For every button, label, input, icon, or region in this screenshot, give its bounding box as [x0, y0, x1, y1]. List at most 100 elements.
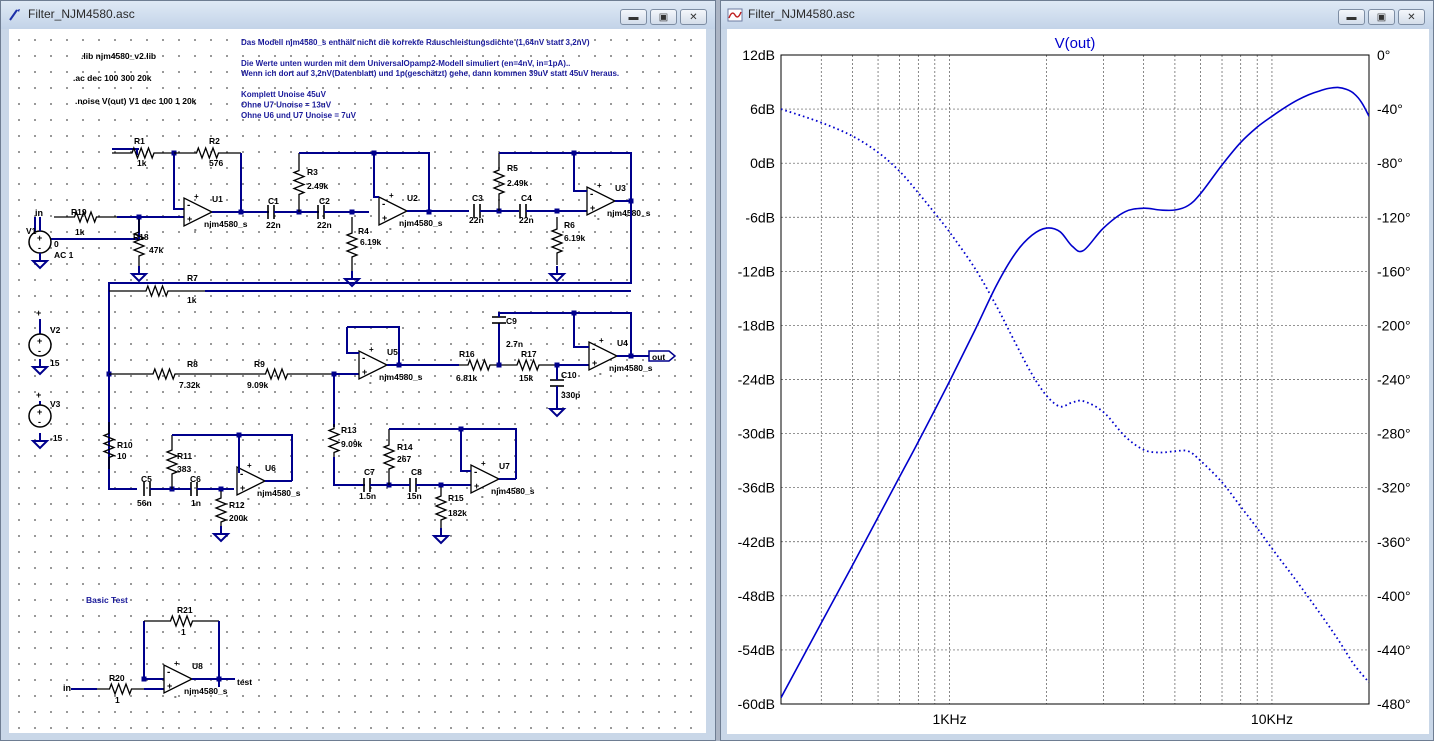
ref-label: R2: [209, 136, 220, 146]
ref-label: R19: [71, 207, 87, 217]
value-label: 2.49k: [307, 181, 329, 191]
source-plus-sign: +: [36, 390, 41, 400]
y-tick-label-left: 6dB: [750, 101, 775, 117]
y-tick-label-left: -36dB: [738, 480, 775, 496]
resistor-R12: [214, 491, 228, 529]
ground-symbol: [30, 260, 50, 270]
ground-symbol: [211, 533, 231, 543]
comment-text: Wenn ich dort auf 3,2nV(Datenblatt) und …: [241, 69, 619, 78]
y-tick-label-left: -54dB: [738, 642, 775, 658]
maximize-button[interactable]: ▣: [650, 9, 677, 25]
wire: [373, 153, 379, 198]
value-label: 182k: [448, 508, 467, 518]
source-plus-sign: +: [37, 233, 42, 243]
opamp-ref-label: U3: [615, 183, 626, 193]
net-label-in: in: [63, 683, 71, 693]
y-tick-label-right: -200°: [1377, 317, 1411, 333]
ref-label: R11: [177, 451, 192, 461]
ref-label: R14: [397, 442, 413, 452]
opamp-model-label: njm4580_s: [491, 486, 535, 496]
comment-text: Das Modell njm4580_s enthält nicht die k…: [241, 38, 590, 47]
y-tick-label-right: -360°: [1377, 534, 1411, 550]
y-tick-label-left: -24dB: [738, 372, 775, 388]
resistor-R5: [492, 153, 506, 211]
opamp-minus-sign: -: [474, 467, 477, 478]
window-title: Filter_NJM4580.asc: [748, 7, 855, 21]
opamp-ref-label: U7: [499, 461, 510, 471]
close-button[interactable]: ✕: [1398, 9, 1425, 25]
value-label: 0: [54, 239, 59, 249]
value-label: 6.19k: [360, 237, 382, 247]
ref-label: R16: [459, 349, 475, 359]
waveform-icon: [727, 8, 743, 22]
opamp-model-label: njm4580_s: [184, 686, 228, 696]
source-plus-sign: +: [36, 308, 41, 318]
waveform-titlebar[interactable]: Filter_NJM4580.asc ▬ ▣ ✕: [721, 1, 1433, 29]
opamp-minus-sign: -: [592, 344, 595, 355]
waveform-window[interactable]: Filter_NJM4580.asc ▬ ▣ ✕ 12dB 0° 6dB -40° 0d…: [720, 0, 1434, 741]
resistor-R18: [132, 219, 146, 269]
opamp-supply-plus: +: [597, 181, 602, 190]
opamp-ref-label: U4: [617, 338, 628, 348]
value-label: 15k: [519, 373, 533, 383]
y-tick-label-right: -240°: [1377, 372, 1411, 388]
ground-symbol: [30, 366, 50, 376]
value-label: 9.09k: [341, 439, 363, 449]
y-tick-label-left: -60dB: [738, 696, 775, 712]
plot-canvas[interactable]: 12dB 0° 6dB -40° 0dB -80° -6dB -120° -12dB -160° -…: [727, 29, 1429, 734]
series-magnitude: [781, 86, 1369, 699]
ground-symbol: [547, 408, 567, 418]
spice-directive: .lib njm4580_v2.lib: [81, 51, 156, 61]
close-button[interactable]: ✕: [680, 9, 707, 25]
ref-label: R10: [117, 440, 133, 450]
ref-label: R18: [133, 232, 149, 242]
resistor-R4: [345, 217, 359, 273]
minimize-button[interactable]: ▬: [1338, 9, 1365, 25]
ref-label: C4: [521, 193, 532, 203]
ground-symbol: [30, 440, 50, 450]
opamp-minus-sign: -: [240, 469, 243, 480]
opamp-supply-plus: +: [174, 659, 179, 668]
ref-label: V2: [50, 325, 61, 335]
value-label: 1n: [191, 498, 201, 508]
ref-label: R6: [564, 220, 575, 230]
schematic-canvas[interactable]: .lib njm4580_v2.lib .ac dec 100 300 20k .n…: [9, 29, 706, 733]
value-label: 15: [50, 358, 60, 368]
value-label: 2.7n: [506, 339, 523, 349]
ref-label: R5: [507, 163, 518, 173]
minimize-button[interactable]: ▬: [620, 9, 647, 25]
opamp-minus-sign: -: [590, 189, 593, 200]
schematic-window[interactable]: Filter_NJM4580.asc ▬ ▣ ✕ .lib njm4580_v2…: [0, 0, 716, 741]
basic-test-label: Basic Test: [86, 595, 128, 605]
value-label: 6.81k: [456, 373, 478, 383]
series-phase: [781, 108, 1369, 683]
opamp-minus-sign: -: [362, 353, 365, 364]
maximize-button[interactable]: ▣: [1368, 9, 1395, 25]
schematic-titlebar[interactable]: Filter_NJM4580.asc ▬ ▣ ✕: [1, 1, 715, 29]
value-label: 6.19k: [564, 233, 586, 243]
y-tick-label-left: -6dB: [745, 209, 775, 225]
value-label: 1k: [75, 227, 85, 237]
opamp-plus-sign: +: [474, 481, 479, 491]
chart-title: V(out): [1055, 35, 1096, 52]
opamp-ref-label: U8: [192, 661, 203, 671]
opamp-ref-label: U1: [212, 194, 223, 204]
opamp-supply-plus: +: [389, 191, 394, 200]
value-label: 56n: [137, 498, 152, 508]
value-label: 47k: [149, 245, 163, 255]
value-label: 200k: [229, 513, 248, 523]
ref-label: R15: [448, 493, 464, 503]
y-tick-label-right: 0°: [1377, 47, 1390, 63]
opamp-model-label: njm4580_s: [609, 363, 653, 373]
ref-label: C3: [472, 193, 483, 203]
opamp-model-label: njm4580_s: [607, 208, 651, 218]
spice-directive: .ac dec 100 300 20k: [73, 73, 152, 83]
ref-label: R3: [307, 167, 318, 177]
opamp-model-label: njm4580_s: [257, 488, 301, 498]
junction: [396, 362, 402, 368]
opamp-plus-sign: +: [592, 358, 597, 368]
net-label-out: out: [652, 352, 665, 362]
value-label: -15: [50, 433, 63, 443]
ref-label: R9: [254, 359, 265, 369]
wire: [173, 153, 184, 210]
